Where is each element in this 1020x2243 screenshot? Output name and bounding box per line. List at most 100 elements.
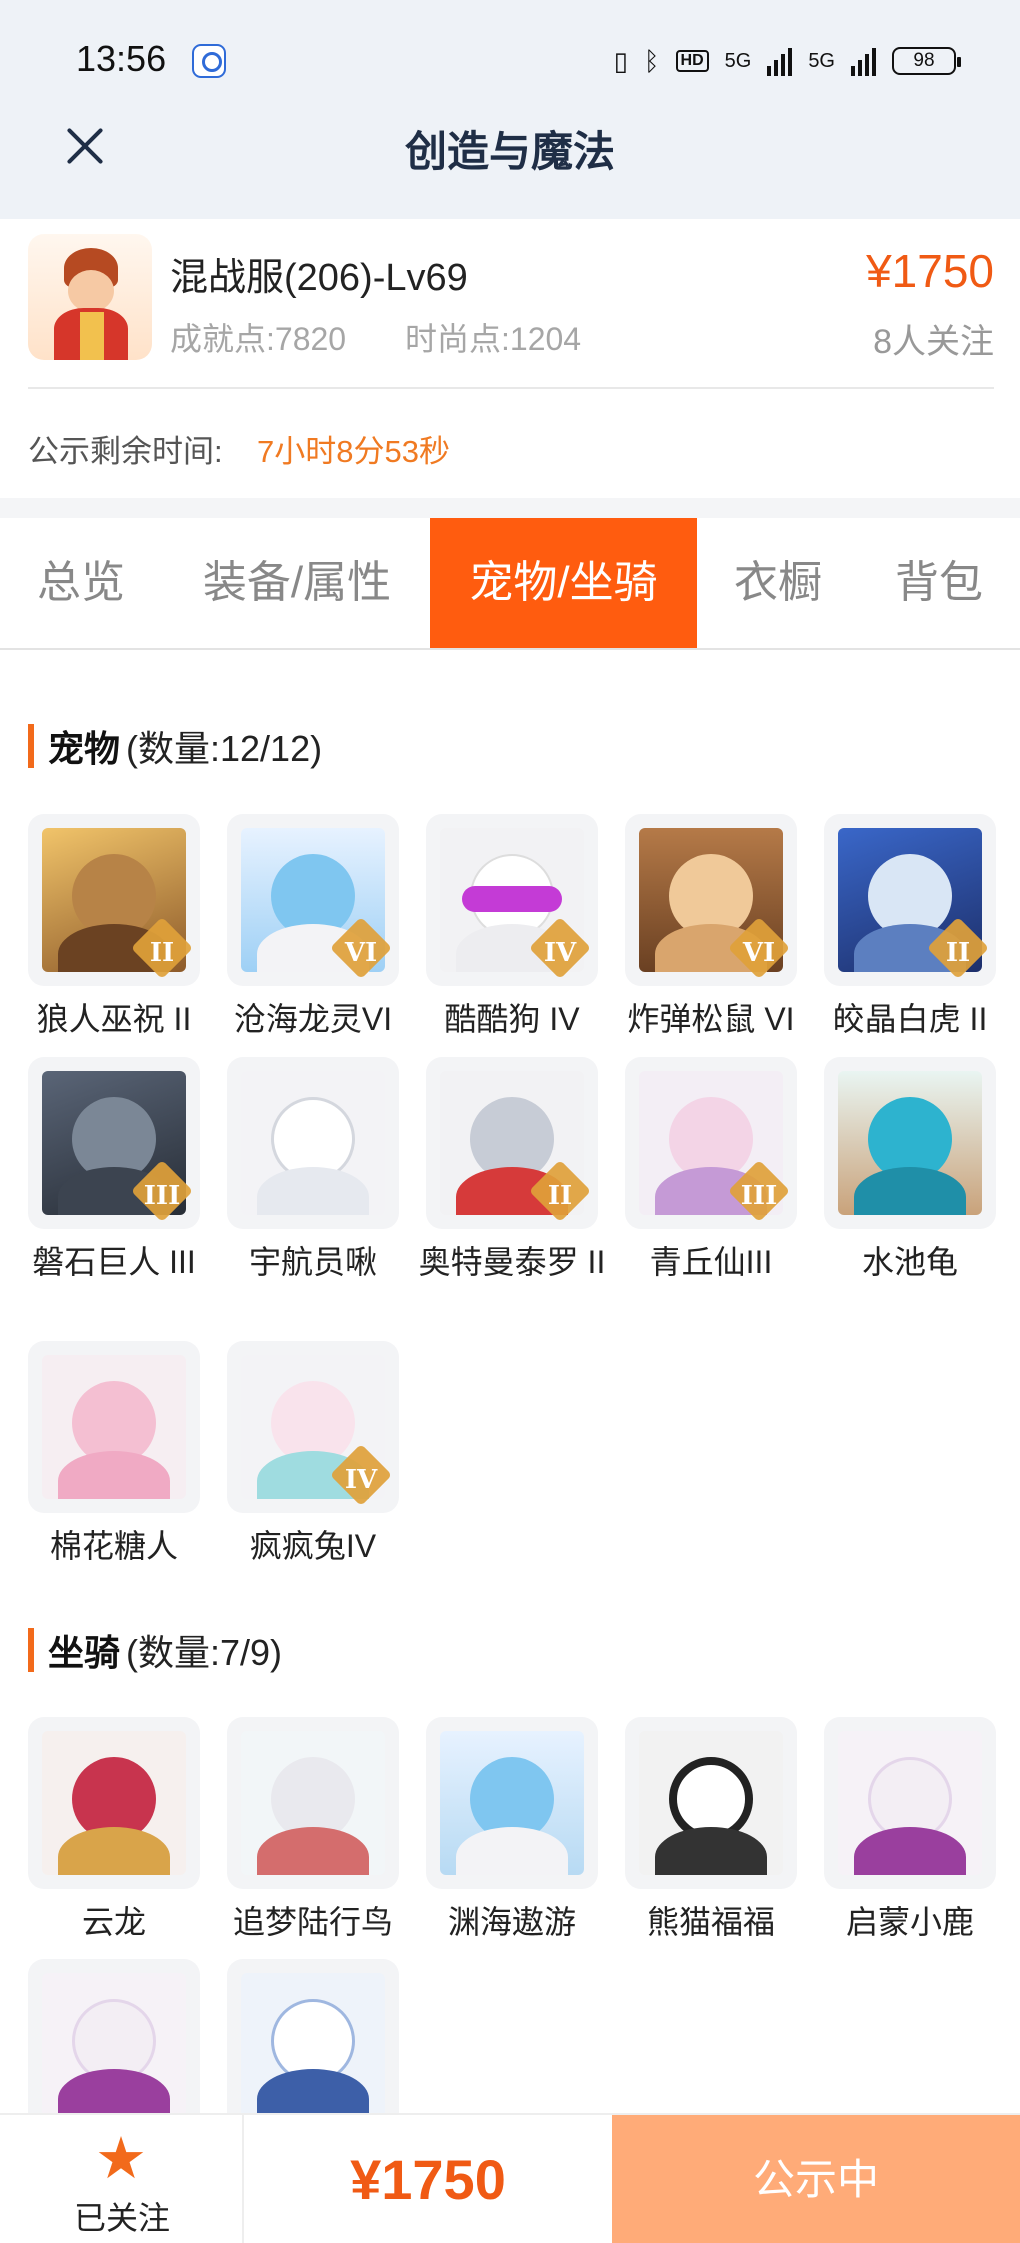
pet-tile[interactable] — [28, 1341, 200, 1513]
mounts-section-header: 坐骑 (数量:7/9) — [28, 1628, 282, 1673]
follower-count: 8人关注 — [873, 323, 994, 361]
mount-tile[interactable] — [227, 1959, 399, 2131]
notice-time-label: 公示剩余时间: — [28, 434, 223, 469]
fashion-points: 时尚点:1204 — [405, 321, 582, 357]
pet-item[interactable]: III 青丘仙III — [625, 1057, 797, 1283]
system-icons: ▯ ᛒ HD 5G 5G 98 — [614, 44, 961, 78]
follow-button[interactable]: ★ 已关注 — [0, 2115, 244, 2243]
notification-app-icon — [192, 44, 226, 78]
pet-item[interactable]: IV 疯疯兔IV — [227, 1341, 399, 1567]
pet-name: 酷酷狗 IV — [444, 1001, 580, 1037]
mount-item[interactable] — [28, 1959, 200, 2131]
pet-tile[interactable]: II — [426, 1057, 598, 1229]
pet-name: 沧海龙灵VI — [233, 1001, 393, 1037]
pets-section-header: 宠物 (数量:12/12) — [28, 724, 322, 769]
tab-overview[interactable]: 总览 — [0, 518, 162, 648]
pet-item[interactable]: 水池龟 — [824, 1057, 996, 1283]
pet-tile[interactable]: IV — [227, 1341, 399, 1513]
mounts-count: (数量:7/9) — [126, 1632, 283, 1673]
bluetooth-icon: ᛒ — [643, 46, 660, 76]
mount-item[interactable]: 熊猫福福 — [625, 1717, 797, 1943]
page-title: 创造与魔法 — [404, 128, 615, 175]
mount-tile[interactable] — [28, 1717, 200, 1889]
mount-tile[interactable] — [824, 1717, 996, 1889]
signal-2-label: 5G — [808, 49, 835, 72]
pet-item[interactable]: IV 酷酷狗 IV — [426, 814, 598, 1040]
mount-name: 启蒙小鹿 — [845, 1904, 974, 1940]
mount-name: 追梦陆行鸟 — [232, 1904, 393, 1940]
mount-item[interactable]: 渊海遨游 — [426, 1717, 598, 1943]
mount-item[interactable]: 追梦陆行鸟 — [227, 1717, 399, 1943]
mount-name: 渊海遨游 — [447, 1904, 576, 1940]
listing-price: ¥1750 — [866, 245, 994, 297]
grade-badge: VI — [742, 938, 776, 968]
tab-equipment[interactable]: 装备/属性 — [172, 518, 422, 648]
pet-item[interactable]: II 奥特曼泰罗 II — [419, 1057, 605, 1283]
hd-icon: HD — [675, 50, 709, 72]
mount-item[interactable] — [227, 1959, 399, 2131]
mounts-section-title: 坐骑 — [48, 1632, 121, 1673]
fawn-mount-2-icon — [42, 1973, 186, 2117]
mount-tile[interactable] — [227, 1717, 399, 1889]
achievement-points: 成就点:7820 — [170, 321, 347, 357]
section-band — [0, 498, 1020, 518]
bottom-price: ¥1750 — [350, 2148, 506, 2211]
pet-tile[interactable]: VI — [227, 814, 399, 986]
pet-tile[interactable]: III — [28, 1057, 200, 1229]
tab-wardrobe[interactable]: 衣橱 — [707, 518, 849, 648]
grade-badge: IV — [344, 1465, 378, 1495]
grade-badge: III — [740, 1181, 778, 1211]
pet-item[interactable]: 棉花糖人 — [28, 1341, 200, 1567]
fawn-mount-icon — [838, 1731, 982, 1875]
signal-1-icon — [767, 46, 793, 76]
pet-item[interactable]: II 狼人巫祝 II — [28, 814, 200, 1040]
mount-tile[interactable] — [426, 1717, 598, 1889]
mount-name: 云龙 — [81, 1904, 146, 1940]
pet-item[interactable]: VI 炸弹松鼠 VI — [625, 814, 797, 1040]
top-area: 13:56 ▯ ᛒ HD 5G 5G 98 创造与魔法 — [0, 0, 1020, 219]
sea-traveler-mount-icon — [440, 1731, 584, 1875]
grade-badge: II — [547, 1181, 573, 1211]
mount-tile[interactable] — [625, 1717, 797, 1889]
character-avatar — [28, 234, 152, 360]
tab-backpack[interactable]: 背包 — [868, 518, 1010, 648]
pet-item[interactable]: III 磐石巨人 III — [28, 1057, 200, 1283]
star-icon: ★ — [95, 2126, 147, 2191]
pet-tile[interactable] — [227, 1057, 399, 1229]
pet-name: 宇航员啾 — [248, 1244, 377, 1280]
pet-item[interactable]: VI 沧海龙灵VI — [227, 814, 399, 1040]
grade-badge: III — [143, 1181, 181, 1211]
pond-turtle-pet-icon — [838, 1071, 982, 1215]
follow-label: 已关注 — [73, 2200, 170, 2236]
grade-badge: II — [945, 938, 971, 968]
signal-2-icon — [851, 46, 876, 76]
divider — [28, 387, 994, 389]
pet-name: 狼人巫祝 II — [36, 1001, 192, 1037]
status-bar: 13:56 ▯ ᛒ HD 5G 5G 98 — [0, 0, 1020, 120]
pet-item[interactable]: 宇航员啾 — [227, 1057, 399, 1283]
grade-badge: II — [149, 938, 175, 968]
status-button[interactable]: 公示中 — [612, 2115, 1020, 2243]
tab-divider — [0, 648, 1020, 650]
bottom-bar: ★ 已关注 ¥1750 公示中 — [0, 2113, 1020, 2243]
pet-name: 棉花糖人 — [49, 1528, 178, 1564]
pet-name: 疯疯兔IV — [249, 1528, 377, 1564]
pet-tile[interactable]: III — [625, 1057, 797, 1229]
pet-tile[interactable]: VI — [625, 814, 797, 986]
tab-pets-mounts[interactable]: 宠物/坐骑 — [430, 518, 697, 648]
section-accent-bar — [28, 724, 34, 768]
battery-icon: 98 — [892, 47, 961, 75]
tab-bar: 总览 装备/属性 宠物/坐骑 衣橱 背包 — [0, 518, 1020, 648]
server-level: 混战服(206)-Lv69 — [170, 257, 468, 299]
panda-mount-icon — [639, 1731, 783, 1875]
pet-tile[interactable]: II — [28, 814, 200, 986]
pet-item[interactable]: II 皎晶白虎 II — [824, 814, 996, 1040]
mount-name: 熊猫福福 — [646, 1904, 775, 1940]
pet-tile[interactable]: IV — [426, 814, 598, 986]
mount-item[interactable]: 云龙 — [28, 1717, 200, 1943]
status-time: 13:56 — [76, 38, 167, 79]
pet-tile[interactable]: II — [824, 814, 996, 986]
mount-item[interactable]: 启蒙小鹿 — [824, 1717, 996, 1943]
pet-tile[interactable] — [824, 1057, 996, 1229]
mount-tile[interactable] — [28, 1959, 200, 2131]
